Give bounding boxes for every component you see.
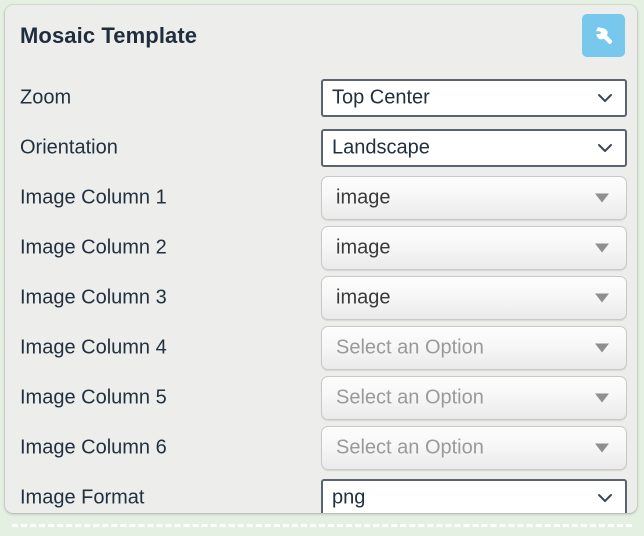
form-row-image-column-3: Image Column 3 image [5, 273, 637, 323]
page-title: Mosaic Template [20, 23, 198, 48]
dashed-divider [12, 524, 632, 527]
wrench-icon [592, 24, 616, 48]
control-slot-image-column-6: Select an Option [321, 426, 627, 470]
label-image-column-3: Image Column 3 [20, 286, 167, 309]
settings-wrench-button[interactable] [582, 14, 625, 57]
label-orientation: Orientation [20, 136, 118, 159]
chevron-down-icon [595, 88, 615, 108]
chevron-down-icon [595, 488, 615, 508]
form-row-image-column-5: Image Column 5 Select an Option [5, 373, 637, 423]
label-image-format: Image Format [20, 486, 145, 509]
dropdown-image-column-4[interactable]: Select an Option [321, 326, 627, 370]
select-value-orientation: Landscape [332, 136, 430, 159]
dropdown-image-column-1[interactable]: image [321, 176, 627, 220]
dropdown-image-column-5[interactable]: Select an Option [321, 376, 627, 420]
control-slot-image-column-3: image [321, 276, 627, 320]
triangle-down-icon [595, 293, 609, 303]
form-row-image-column-6: Image Column 6 Select an Option [5, 423, 637, 473]
form-row-image-column-4: Image Column 4 Select an Option [5, 323, 637, 373]
dropdown-image-column-6[interactable]: Select an Option [321, 426, 627, 470]
control-slot-zoom: Top Center [321, 79, 627, 117]
chevron-down-icon [595, 138, 615, 158]
select-value-zoom: Top Center [332, 86, 430, 109]
select-value-image-format: png [332, 486, 366, 509]
label-image-column-6: Image Column 6 [20, 436, 167, 459]
triangle-down-icon [595, 443, 609, 453]
control-slot-image-column-4: Select an Option [321, 326, 627, 370]
select-image-format[interactable]: png [321, 479, 627, 513]
dropdown-value-image-column-3: image [336, 286, 391, 309]
form-row-image-column-1: Image Column 1 image [5, 173, 637, 223]
control-slot-image-format: png [321, 479, 627, 513]
label-image-column-2: Image Column 2 [20, 236, 167, 259]
dropdown-value-image-column-5: Select an Option [336, 386, 484, 409]
triangle-down-icon [595, 393, 609, 403]
triangle-down-icon [595, 243, 609, 253]
dropdown-value-image-column-6: Select an Option [336, 436, 484, 459]
control-slot-image-column-2: image [321, 226, 627, 270]
form-row-zoom: Zoom Top Center [5, 73, 637, 123]
control-slot-image-column-5: Select an Option [321, 376, 627, 420]
triangle-down-icon [595, 343, 609, 353]
mosaic-template-panel: Mosaic Template Zoom Top Center Orientatio… [5, 5, 637, 513]
label-image-column-4: Image Column 4 [20, 336, 167, 359]
label-image-column-1: Image Column 1 [20, 186, 167, 209]
form-row-orientation: Orientation Landscape [5, 123, 637, 173]
dropdown-value-image-column-4: Select an Option [336, 336, 484, 359]
select-orientation[interactable]: Landscape [321, 129, 627, 167]
triangle-down-icon [595, 193, 609, 203]
dropdown-value-image-column-2: image [336, 236, 391, 259]
dropdown-image-column-2[interactable]: image [321, 226, 627, 270]
control-slot-image-column-1: image [321, 176, 627, 220]
dropdown-image-column-3[interactable]: image [321, 276, 627, 320]
label-zoom: Zoom [20, 86, 72, 109]
control-slot-orientation: Landscape [321, 129, 627, 167]
form-row-image-column-2: Image Column 2 image [5, 223, 637, 273]
label-image-column-5: Image Column 5 [20, 386, 167, 409]
dropdown-value-image-column-1: image [336, 186, 391, 209]
panel-header: Mosaic Template [5, 5, 637, 67]
form-row-image-format: Image Format png [5, 473, 637, 513]
select-zoom[interactable]: Top Center [321, 79, 627, 117]
